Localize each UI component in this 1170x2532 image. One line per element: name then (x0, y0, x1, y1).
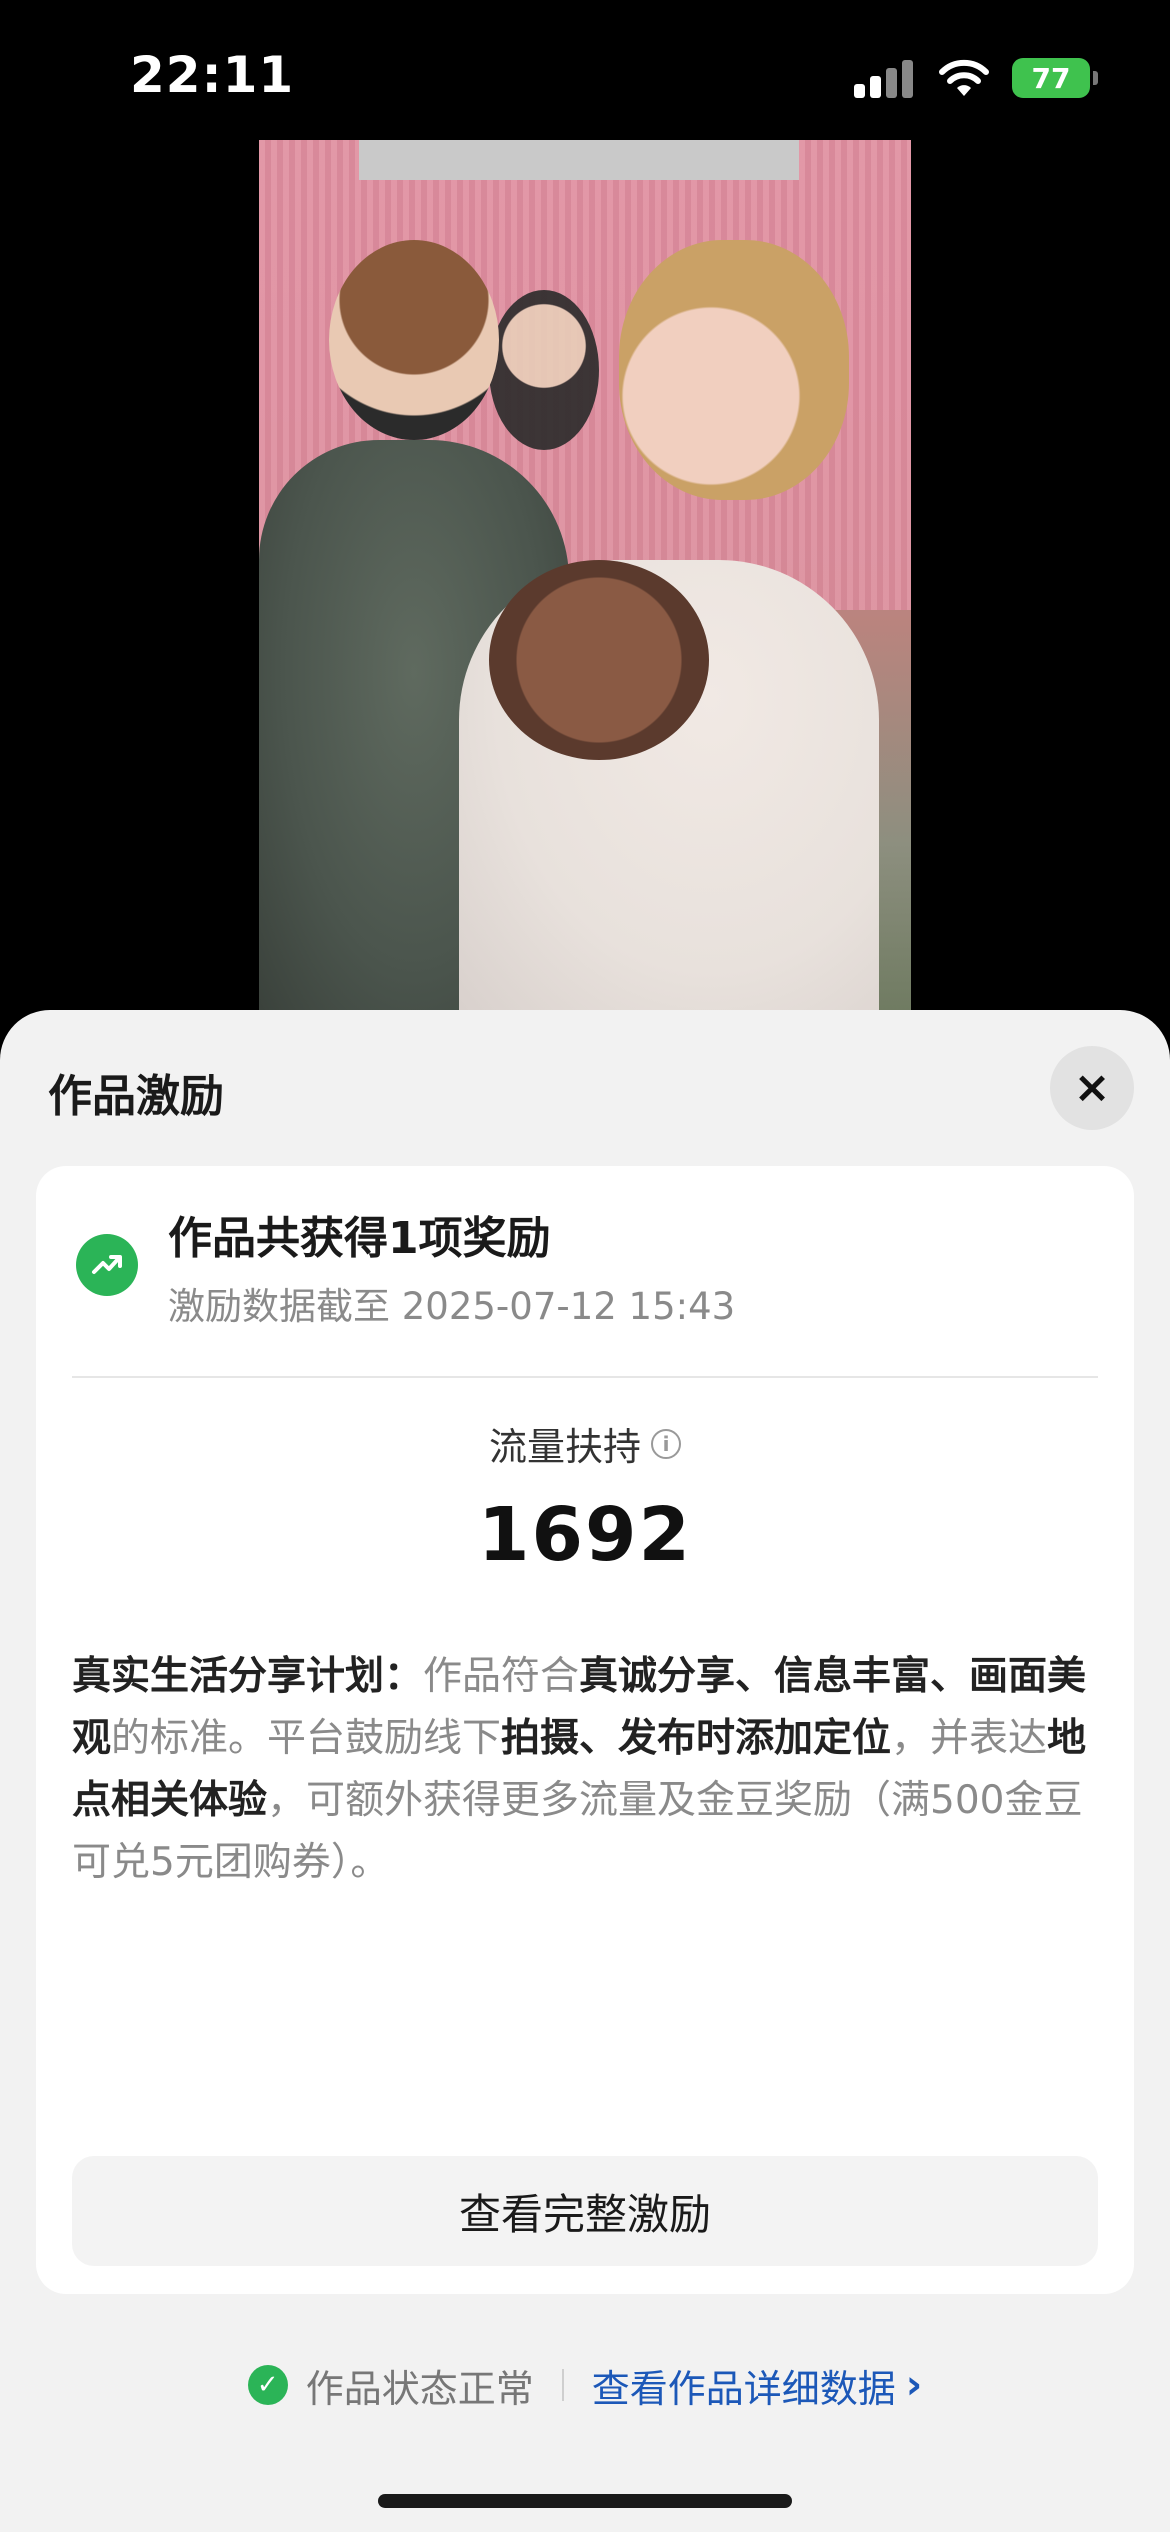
metric-label: 流量扶持 (488, 1425, 641, 1469)
footer-status: ✓ 作品状态正常 查看作品详细数据 › (0, 2350, 1170, 2420)
detail-link-label: 查看作品详细数据 (591, 2366, 896, 2411)
plan-description: 真实生活分享计划：作品符合真诚分享、信息丰富、画面美观的标准。平台鼓励线下拍摄、… (72, 1654, 1087, 1885)
divider (72, 1376, 1098, 1378)
view-detail-data-link[interactable]: 查看作品详细数据 › (592, 2358, 923, 2413)
info-icon[interactable]: i (651, 1428, 681, 1459)
status-icons: 77 (854, 56, 1098, 100)
close-button[interactable]: × (1050, 1046, 1134, 1130)
divider (561, 2369, 564, 2401)
battery-icon: 77 (1012, 58, 1098, 98)
trend-up-icon (76, 1234, 138, 1296)
check-icon: ✓ (247, 2365, 288, 2405)
work-status-text: 作品状态正常 (305, 2366, 534, 2411)
reward-title: 作品共获得1项奖励 (168, 1213, 551, 1264)
reward-card: 作品共获得1项奖励 激励数据截至 2025-07-12 15:43 流量扶持 i… (36, 1166, 1134, 2294)
home-indicator[interactable] (378, 2494, 792, 2508)
status-time: 22:11 (130, 46, 295, 104)
signal-icon (854, 58, 916, 98)
battery-level: 77 (1031, 61, 1071, 95)
metric-label-row: 流量扶持 i (36, 1416, 1134, 1471)
close-icon: × (1073, 1062, 1111, 1113)
screen: 22:11 77 作品激励 × 作品共获得1项奖励 激励数据截至 2025-07… (0, 0, 1170, 2532)
video-preview-image[interactable] (259, 140, 911, 1020)
plan-name: 真实生活分享计划： (72, 1654, 424, 1699)
chevron-right-icon: › (905, 2362, 923, 2408)
reward-bottom-sheet: 作品激励 × 作品共获得1项奖励 激励数据截至 2025-07-12 15:43… (0, 1010, 1170, 2532)
metric-value: 1692 (478, 1492, 692, 1578)
view-full-reward-button[interactable]: 查看完整激励 (72, 2156, 1098, 2266)
wifi-icon (939, 59, 989, 96)
status-bar: 22:11 77 (0, 0, 1170, 150)
reward-data-date: 激励数据截至 2025-07-12 15:43 (168, 1285, 736, 1328)
sheet-title: 作品激励 (48, 1071, 224, 1122)
